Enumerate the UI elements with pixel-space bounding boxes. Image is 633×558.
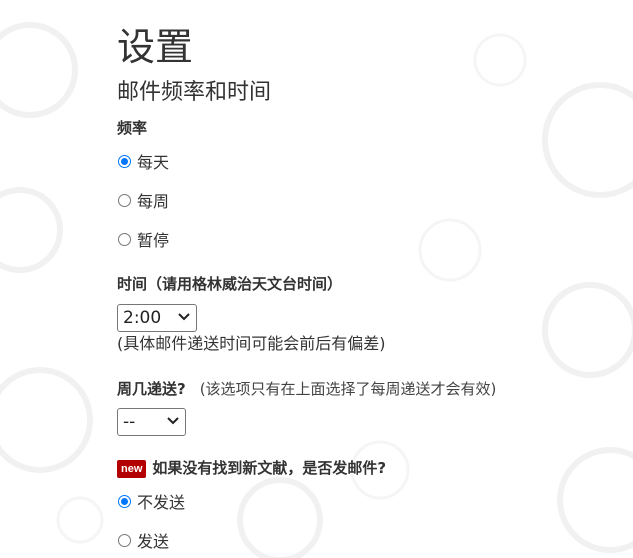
new-badge: new <box>117 460 147 478</box>
frequency-label: 频率 <box>117 119 148 137</box>
frequency-option-weekly[interactable]: 每周 <box>117 189 169 211</box>
weekday-label: 周几递送? <box>117 380 186 398</box>
radio-button[interactable] <box>118 193 131 207</box>
chevron-down-icon <box>167 417 179 425</box>
radio-button-checked[interactable] <box>118 154 131 168</box>
radio-button[interactable] <box>118 533 131 547</box>
radio-button[interactable] <box>118 232 131 246</box>
frequency-option-daily[interactable]: 每天 <box>117 150 169 172</box>
send-option-label: 不发送 <box>137 493 186 512</box>
weekday-note: (该选项只有在上面选择了每周递送才会有效) <box>199 380 497 398</box>
send-option-no[interactable]: 不发送 <box>117 490 185 512</box>
frequency-option-pause[interactable]: 暂停 <box>117 228 169 250</box>
frequency-option-label: 每天 <box>137 153 170 172</box>
radio-button-checked[interactable] <box>118 494 131 508</box>
frequency-option-label: 暂停 <box>137 231 170 250</box>
send-option-label: 发送 <box>137 532 170 551</box>
time-hint: (具体邮件递送时间可能会前后有偏差) <box>117 334 386 353</box>
weekday-select-value: -- <box>123 412 136 432</box>
send-if-none-label-row: new 如果没有找到新文献，是否发邮件? <box>117 458 386 478</box>
chevron-down-icon <box>178 313 190 321</box>
page-title: 设置 <box>117 25 194 69</box>
weekday-label-row: 周几递送? (该选项只有在上面选择了每周递送才会有效) <box>117 379 496 399</box>
send-if-none-label: 如果没有找到新文献，是否发邮件? <box>152 459 387 477</box>
frequency-option-label: 每周 <box>137 192 170 211</box>
section-title: 邮件频率和时间 <box>117 80 272 105</box>
weekday-select[interactable]: -- <box>117 408 186 436</box>
time-select[interactable]: 2:00 <box>117 304 197 332</box>
time-select-value: 2:00 <box>123 308 162 328</box>
send-option-yes[interactable]: 发送 <box>117 529 169 551</box>
time-label: 时间（请用格林威治天文台时间） <box>117 275 343 293</box>
